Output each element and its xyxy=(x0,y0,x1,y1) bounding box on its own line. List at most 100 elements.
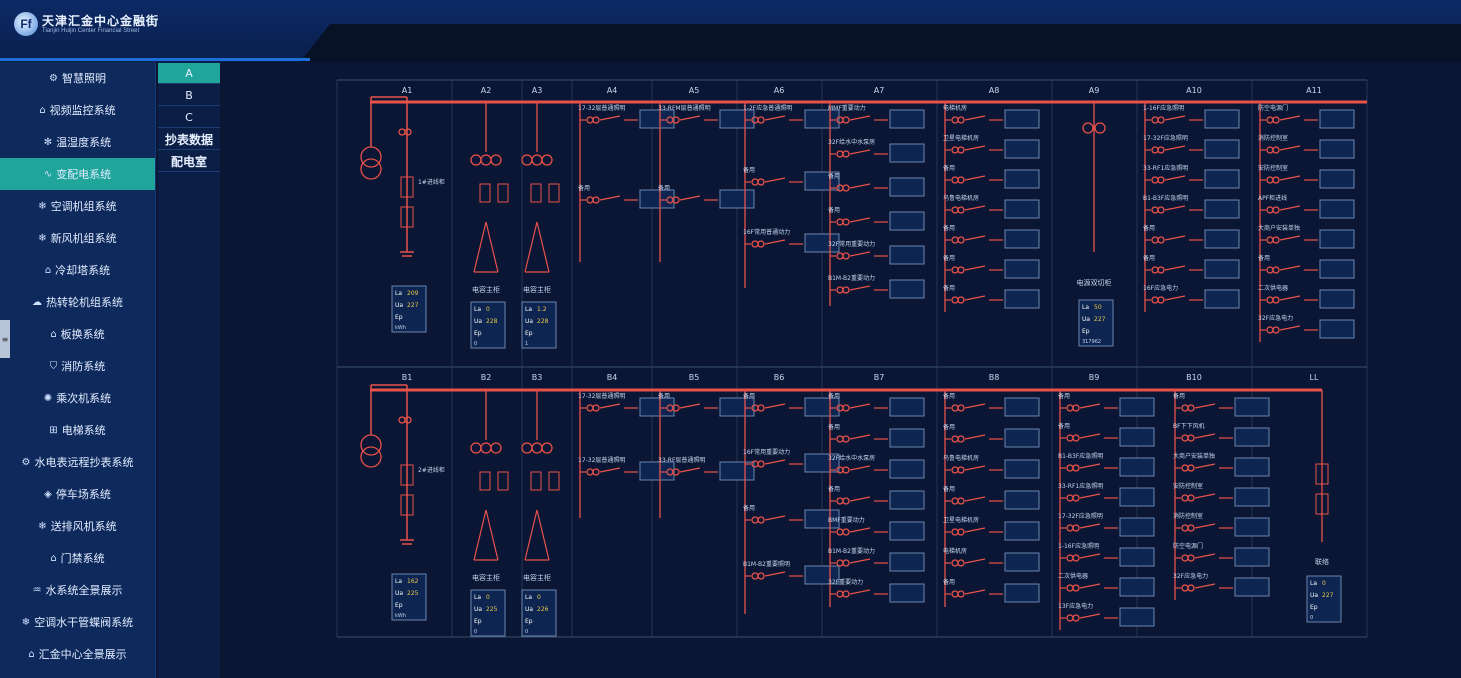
submenu-item-1[interactable]: B xyxy=(158,85,220,106)
feeder-label: 32F重要动力 xyxy=(828,578,863,586)
column-header: B5 xyxy=(689,373,700,382)
elevator-icon: ⊞ xyxy=(49,424,58,436)
sidebar-item-0[interactable]: ⚙ 智慧照明 xyxy=(0,62,155,94)
meter-ep-label: Ep xyxy=(1082,328,1090,335)
meter-ep-value: 1 xyxy=(525,341,528,347)
sidebar-item-10[interactable]: ✺ 乘次机系统 xyxy=(0,382,155,414)
feeder-label: 消防控制室 xyxy=(1258,134,1288,142)
submenu-item-3[interactable]: 抄表数据 xyxy=(158,129,220,150)
meter-mini xyxy=(889,211,925,231)
ct-coil xyxy=(757,404,765,412)
sidebar-item-12[interactable]: ⚙ 水电表远程抄表系统 xyxy=(0,446,155,478)
sidebar-item-18[interactable]: ⌂ 汇金中心全景展示 xyxy=(0,638,155,670)
switch xyxy=(849,496,871,502)
meter-ep-value: kWh xyxy=(395,325,406,331)
feeder-label: 电梯机房 xyxy=(943,104,967,112)
switch xyxy=(964,115,986,121)
ct-coil xyxy=(1181,584,1189,592)
meter-mini xyxy=(1319,199,1355,219)
switch xyxy=(1079,583,1101,589)
feeder-label: 备用 xyxy=(743,166,755,174)
sidebar-item-5[interactable]: ❄ 新风机组系统 xyxy=(0,222,155,254)
ct-coil xyxy=(1072,434,1080,442)
feeder-label: 备用 xyxy=(1143,224,1155,232)
column-header: B3 xyxy=(532,373,543,382)
sidebar-item-4[interactable]: ❄ 空调机组系统 xyxy=(0,190,155,222)
sidebar-item-16[interactable]: ♒ 水系统全景展示 xyxy=(0,574,155,606)
sidebar-item-label: 门禁系统 xyxy=(60,552,105,565)
main-diagram: A1 A2 A3 A4 A5 A6 A7 A8 A9 A10 A11 B1 B2 B3 B4 B5 B6 B7 B8… xyxy=(222,62,1461,678)
column-header: B8 xyxy=(989,373,1000,382)
switch xyxy=(849,115,871,121)
sidebar-item-label: 变配电系统 xyxy=(56,168,112,181)
feeder-label: 1-16F应急照明 xyxy=(1143,104,1184,112)
switch xyxy=(964,265,986,271)
submenu-item-2[interactable]: C xyxy=(158,107,220,128)
switch xyxy=(1194,493,1216,499)
sidebar-item-13[interactable]: ◈ 停车场系统 xyxy=(0,478,155,510)
sidebar-item-11[interactable]: ⊞ 电梯系统 xyxy=(0,414,155,446)
column-header: B9 xyxy=(1089,373,1100,382)
ct-coil xyxy=(398,416,406,424)
feeder-label: 备用 xyxy=(943,164,955,172)
sidebar-item-14[interactable]: ❄ 送排风机系统 xyxy=(0,510,155,542)
sidebar-item-8[interactable]: ⌂ 板换系统 xyxy=(0,318,155,350)
fuse xyxy=(530,471,542,491)
sidebar-item-6[interactable]: ⌂ 冷却塔系统 xyxy=(0,254,155,286)
sidebar-collapse-handle[interactable]: ≡ xyxy=(0,320,10,358)
switch xyxy=(964,589,986,595)
switch xyxy=(1279,265,1301,271)
meter-mini xyxy=(1119,517,1155,537)
column-header: A6 xyxy=(774,86,785,95)
switch xyxy=(679,403,701,409)
wire xyxy=(485,509,499,561)
sidebar-item-1[interactable]: ⌂ 视频监控系统 xyxy=(0,94,155,126)
cap-coil xyxy=(531,154,543,166)
meter-mini xyxy=(889,177,925,197)
sidebar-item-17[interactable]: ❄ 空调水干管蝶阀系统 xyxy=(0,606,155,638)
switch xyxy=(964,465,986,471)
meter-icon: ⚙ xyxy=(21,456,31,468)
switch xyxy=(1279,295,1301,301)
home-icon: ⌂ xyxy=(50,552,57,564)
switch xyxy=(1079,463,1101,469)
feeder-label: MMF重要动力 xyxy=(828,104,866,112)
switch xyxy=(1279,145,1301,151)
sidebar-item-label: 板换系统 xyxy=(60,328,105,341)
feeder-label: 33-RF1应急照明 xyxy=(1058,482,1103,490)
meter-la-value: 0 xyxy=(486,594,490,601)
sidebar-item-label: 消防系统 xyxy=(61,360,106,373)
submenu-item-4[interactable]: 配电室 xyxy=(158,151,220,172)
submenu-item-0[interactable]: A xyxy=(158,63,220,84)
feeder-label: 33-RF层普通照明 xyxy=(658,456,705,464)
sidebar-item-2[interactable]: ✻ 温湿度系统 xyxy=(0,126,155,158)
ct-coil xyxy=(836,590,844,598)
sidebar-item-3[interactable]: ∿ 变配电系统 xyxy=(0,158,155,190)
feeder-label: 32F应急电力 xyxy=(1258,314,1293,322)
switch xyxy=(1079,493,1101,499)
wire xyxy=(536,509,550,561)
switch xyxy=(1194,433,1216,439)
ct-coil xyxy=(1187,404,1195,412)
switch xyxy=(1164,145,1186,151)
sidebar-item-9[interactable]: ⛉ 消防系统 xyxy=(0,350,155,382)
tag-icon: ◈ xyxy=(44,488,52,500)
ct-coil xyxy=(1187,554,1195,562)
meter-mini xyxy=(889,143,925,163)
ct-coil xyxy=(951,466,959,474)
ct-coil xyxy=(592,196,600,204)
header-accent-line xyxy=(0,58,310,61)
feeder-label: 备用 xyxy=(1143,254,1155,262)
meter-mini xyxy=(1119,547,1155,567)
switch xyxy=(1164,265,1186,271)
sidebar-item-7[interactable]: ☁ 热转轮机组系统 xyxy=(0,286,155,318)
column-header: A4 xyxy=(607,86,618,95)
feeder-label: 1-16F应急照明 xyxy=(1058,542,1099,550)
ct-coil xyxy=(1066,614,1074,622)
cabinet-label: 电容主柜 xyxy=(523,573,551,582)
sidebar-item-15[interactable]: ⌂ 门禁系统 xyxy=(0,542,155,574)
meter-mini xyxy=(1234,487,1270,507)
meter-ua-label: Ua xyxy=(395,302,403,309)
meter-la-value: 50 xyxy=(1094,304,1102,311)
feeder-label: 17-32层普通照明 xyxy=(578,104,625,112)
